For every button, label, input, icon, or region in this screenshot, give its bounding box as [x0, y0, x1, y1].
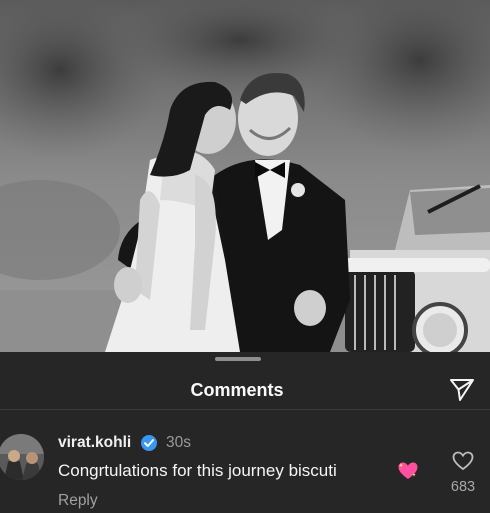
heart-outline-icon[interactable] — [452, 450, 474, 472]
like-count: 683 — [450, 479, 476, 495]
comment-time: 30s — [166, 434, 191, 451]
comments-sheet: Comments virat.kohli 30s Congrtulations … — [0, 352, 490, 513]
send-icon[interactable] — [448, 376, 476, 404]
post-photo — [0, 0, 490, 352]
comments-title: Comments — [190, 380, 284, 400]
sparkling-heart-icon — [398, 462, 418, 479]
reply-button[interactable]: Reply — [58, 492, 98, 510]
drag-handle[interactable] — [215, 357, 261, 361]
avatar[interactable] — [0, 434, 44, 480]
divider — [0, 409, 490, 410]
comment-text: Congrtulations for this journey biscuti — [58, 461, 337, 480]
comment-username[interactable]: virat.kohli — [58, 434, 131, 452]
verified-badge-icon — [141, 435, 157, 451]
